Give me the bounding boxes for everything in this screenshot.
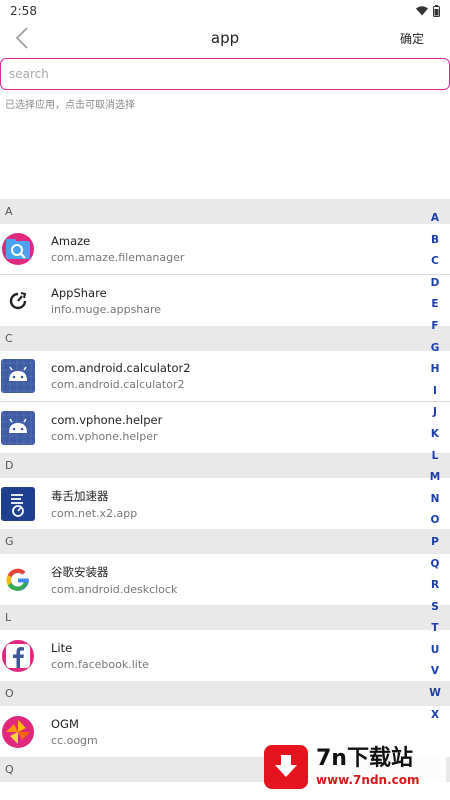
page-title: app	[210, 29, 240, 47]
app-text: 谷歌安装器 com.android.deskclock	[51, 564, 177, 596]
index-letter-o[interactable]: O	[431, 510, 440, 532]
top-bar: app 确定	[0, 22, 450, 54]
index-letter-c[interactable]: C	[431, 251, 439, 273]
app-row[interactable]: AppShare info.muge.appshare	[0, 275, 450, 326]
android-icon	[1, 359, 35, 393]
app-text: 毒舌加速器 com.net.x2.app	[51, 488, 137, 520]
android-icon	[1, 410, 35, 445]
app-row[interactable]: com.android.calculator2 com.android.calcu…	[0, 351, 450, 402]
app-text: Lite com.facebook.lite	[51, 641, 149, 671]
appshare-icon	[1, 284, 35, 318]
index-letter-a[interactable]: A	[431, 208, 439, 230]
index-letter-e[interactable]: E	[431, 294, 438, 316]
app-package: com.amaze.filemanager	[51, 251, 185, 264]
section-header-o: O	[0, 681, 450, 706]
index-letter-u[interactable]: U	[431, 640, 440, 662]
app-name: com.android.calculator2	[51, 361, 191, 375]
watermark-title: 7n下载站	[316, 746, 413, 771]
app-package: com.android.deskclock	[51, 582, 178, 596]
quickstep-icon	[1, 791, 35, 800]
app-row[interactable]: Amaze com.amaze.filemanager	[0, 224, 450, 275]
index-letter-h[interactable]: H	[431, 359, 440, 381]
app-name: 谷歌安装器	[51, 564, 109, 579]
app-package: info.muge.appshare	[51, 302, 162, 316]
index-letter-i[interactable]: I	[433, 381, 437, 403]
index-letter-v[interactable]: V	[431, 661, 439, 683]
index-letter-g[interactable]: G	[431, 338, 440, 360]
app-name: OGM	[51, 716, 79, 731]
index-letter-p[interactable]: P	[431, 532, 439, 554]
app-name: Lite	[51, 640, 73, 655]
ogm-icon	[1, 715, 35, 749]
selection-hint: 已选择应用，点击可取消选择	[5, 100, 135, 111]
status-bar: 2:58	[0, 0, 450, 22]
app-package: com.facebook.lite	[51, 657, 149, 671]
app-name: Amaze	[51, 234, 91, 248]
app-text: com.android.calculator2 com.android.calcu…	[51, 361, 191, 391]
dushe-icon	[1, 486, 35, 521]
app-text: Amaze com.amaze.filemanager	[51, 234, 184, 264]
index-letter-s[interactable]: S	[431, 597, 439, 619]
app-text: OGM cc.oogm	[51, 717, 98, 747]
index-letter-k[interactable]: K	[431, 424, 439, 446]
app-name: 毒舌加速器	[51, 488, 109, 503]
index-letter-n[interactable]: N	[431, 489, 440, 511]
index-letter-r[interactable]: R	[431, 575, 439, 597]
alphabet-index[interactable]: ABCDEFGHIJKLMNOPQRSTUVWX	[428, 208, 442, 726]
search-input[interactable]	[0, 58, 450, 90]
section-header-d: D	[0, 453, 450, 478]
watermark: 7n下载站 www.7ndn.com	[264, 738, 446, 796]
battery-icon	[433, 5, 440, 17]
app-row[interactable]: Lite com.facebook.lite	[0, 630, 450, 681]
index-letter-d[interactable]: D	[431, 273, 440, 295]
search-bar	[0, 54, 450, 90]
section-header-a: A	[0, 199, 450, 224]
app-package: com.vphone.helper	[51, 429, 158, 443]
index-letter-m[interactable]: M	[430, 467, 440, 489]
app-name: com.vphone.helper	[51, 412, 163, 427]
app-package: com.net.x2.app	[51, 506, 138, 520]
section-header-l: L	[0, 605, 450, 630]
index-letter-l[interactable]: L	[432, 446, 439, 468]
app-name: AppShare	[51, 285, 107, 300]
status-time: 2:58	[10, 4, 37, 18]
app-row[interactable]: com.vphone.helper com.vphone.helper	[0, 402, 450, 453]
confirm-button[interactable]: 确定	[400, 30, 424, 47]
google-icon	[1, 563, 35, 597]
app-row[interactable]: 谷歌安装器 com.android.deskclock	[0, 554, 450, 605]
facebook-icon	[1, 639, 35, 673]
index-letter-b[interactable]: B	[431, 230, 439, 252]
index-letter-f[interactable]: F	[431, 316, 438, 338]
app-list: A Amaze com.amaze.filemanager AppShare info.…	[0, 199, 450, 800]
status-icons	[416, 5, 440, 17]
section-header-c: C	[0, 326, 450, 351]
index-letter-w[interactable]: W	[429, 683, 441, 705]
app-package: com.android.calculator2	[51, 378, 185, 391]
index-letter-x[interactable]: X	[431, 705, 439, 727]
section-header-g: G	[0, 529, 450, 554]
back-button[interactable]	[8, 24, 36, 52]
app-package: cc.oogm	[51, 733, 98, 747]
back-arrow-icon	[15, 27, 28, 49]
watermark-url: www.7ndn.com	[316, 773, 420, 787]
index-letter-t[interactable]: T	[431, 618, 438, 640]
wifi-icon	[416, 6, 428, 16]
amaze-icon	[1, 232, 35, 266]
app-text: AppShare info.muge.appshare	[51, 286, 161, 316]
download-logo-icon	[264, 745, 308, 789]
app-text: com.vphone.helper com.vphone.helper	[51, 413, 162, 443]
index-letter-q[interactable]: Q	[431, 554, 440, 576]
index-letter-j[interactable]: J	[433, 402, 437, 424]
app-row[interactable]: 毒舌加速器 com.net.x2.app	[0, 478, 450, 529]
